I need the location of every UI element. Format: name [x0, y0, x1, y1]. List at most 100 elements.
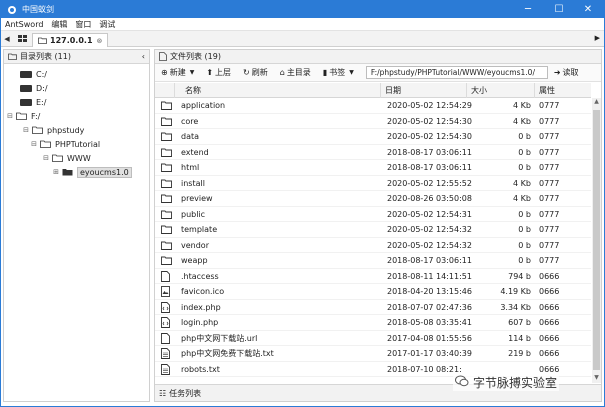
column-icon: [155, 83, 175, 98]
table-row[interactable]: php中文网免费下载站.txt 2017-01-17 03:40:39 219 b 0…: [155, 346, 591, 362]
file-attr: 0777: [539, 240, 560, 250]
chevron-down-icon: ▼: [349, 69, 354, 76]
file-size: 0 b: [518, 147, 531, 157]
column-date[interactable]: 日期: [381, 83, 467, 98]
plus-circle-icon: ⊕: [161, 68, 168, 77]
table-row[interactable]: data 2020-05-02 12:54:30 0 b 0777: [155, 129, 591, 145]
table-row[interactable]: preview 2020-08-26 03:50:08 4 Kb 0777: [155, 191, 591, 207]
file-size: 219 b: [508, 349, 531, 358]
file-icon: [159, 52, 167, 61]
file-attr: 0666: [539, 287, 560, 296]
home-dir-button[interactable]: ⌂ 主目录: [274, 65, 317, 81]
scroll-up-icon[interactable]: ▲: [592, 98, 601, 107]
file-name: template: [181, 225, 218, 234]
new-button[interactable]: ⊕ 新建 ▼: [155, 65, 200, 81]
folder-icon: [8, 53, 17, 60]
table-row[interactable]: .htaccess 2018-08-11 14:11:51 794 b 0666: [155, 269, 591, 284]
file-name: robots.txt: [181, 364, 220, 374]
refresh-icon: ↻: [243, 68, 250, 77]
tab-close-icon[interactable]: ⊗: [97, 37, 103, 45]
menu-debug[interactable]: 调试: [95, 19, 119, 30]
tree-item-c[interactable]: C:/: [18, 67, 47, 81]
tab-home[interactable]: [13, 32, 32, 45]
table-row[interactable]: weapp 2018-08-17 03:06:11 0 b 0777: [155, 253, 591, 269]
table-row[interactable]: html 2018-08-17 03:06:11 0 b 0777: [155, 160, 591, 176]
column-name[interactable]: 名称: [175, 83, 381, 98]
column-size[interactable]: 大小: [467, 83, 535, 98]
file-size: 0 b: [518, 209, 531, 219]
folder-open-icon: [32, 126, 43, 134]
table-row[interactable]: install 2020-05-02 12:55:52 4 Kb 0777: [155, 176, 591, 191]
text-icon: [161, 362, 175, 377]
drive-icon: [20, 70, 32, 78]
table-row[interactable]: index.php 2018-07-07 02:47:36 3.34 Kb 0666: [155, 300, 591, 315]
tree-item-phptutorial[interactable]: ⊟ PHPTutorial: [30, 137, 100, 151]
column-attr[interactable]: 属性: [535, 83, 591, 98]
folder-icon: [161, 253, 175, 268]
minimize-icon[interactable]: ─: [514, 1, 542, 18]
folder-icon: [161, 98, 175, 113]
table-row[interactable]: application 2020-05-02 12:54:29 4 Kb 0777: [155, 98, 591, 114]
file-name: login.php: [181, 318, 219, 327]
file-date: 2018-05-08 03:35:41: [387, 318, 472, 327]
table-row[interactable]: favicon.ico 2018-04-20 13:15:46 4.19 Kb 066…: [155, 284, 591, 300]
folder-icon: [161, 238, 175, 253]
folder-icon: [161, 207, 175, 222]
table-row[interactable]: vendor 2020-05-02 12:54:32 0 b 0777: [155, 238, 591, 253]
refresh-button[interactable]: ↻ 刷新: [237, 65, 274, 81]
file-table-scrollbar[interactable]: ▲ ▼: [592, 98, 601, 383]
path-input[interactable]: F:/phpstudy/PHPTutorial/WWW/eyoucms1.0/: [365, 66, 548, 79]
tab-label: 127.0.0.1: [50, 36, 93, 45]
folder-icon: [161, 191, 175, 206]
collapse-panel-icon[interactable]: ‹: [142, 52, 145, 61]
file-attr: 0666: [539, 318, 560, 327]
file-attr: 0666: [539, 271, 560, 281]
title-bar: 中国蚁剑 ─ ☐ ✕: [1, 1, 604, 18]
expand-toggle-icon[interactable]: ⊞: [52, 168, 60, 176]
collapse-toggle-icon[interactable]: ⊟: [22, 126, 30, 134]
table-row[interactable]: login.php 2018-05-08 03:35:41 607 b 0666: [155, 315, 591, 331]
folder-icon: [38, 37, 47, 44]
file-attr: 0666: [539, 302, 560, 312]
file-table-header: 名称 日期 大小 属性: [155, 83, 591, 98]
table-row[interactable]: core 2020-05-02 12:54:30 4 Kb 0777: [155, 114, 591, 129]
menu-window[interactable]: 窗口: [71, 19, 95, 30]
table-row[interactable]: public 2020-05-02 12:54:31 0 b 0777: [155, 207, 591, 222]
bookmark-button[interactable]: ▮ 书签 ▼: [317, 65, 360, 81]
file-icon: [161, 269, 175, 284]
tree-item-www[interactable]: ⊟ WWW: [42, 151, 91, 165]
table-row[interactable]: extend 2018-08-17 03:06:11 0 b 0777: [155, 145, 591, 160]
tree-item-e[interactable]: E:/: [18, 95, 46, 109]
file-attr: 0666: [539, 349, 560, 358]
tree-item-label: eyoucms1.0: [77, 166, 132, 178]
collapse-toggle-icon[interactable]: ⊟: [30, 140, 38, 148]
scrollbar-thumb[interactable]: [593, 110, 600, 370]
tree-item-eyoucms[interactable]: ⊞ eyoucms1.0: [52, 165, 132, 179]
file-date: 2018-07-10 08:21:: [387, 364, 462, 374]
menu-edit[interactable]: 编辑: [47, 19, 71, 30]
tree-item-phpstudy[interactable]: ⊟ phpstudy: [22, 123, 84, 137]
file-name: preview: [181, 194, 213, 203]
file-date: 2020-05-02 12:54:31: [387, 209, 472, 219]
menu-antsword[interactable]: AntSword: [1, 20, 47, 29]
tab-scroll-left-icon[interactable]: ◀: [1, 35, 13, 43]
maximize-icon[interactable]: ☐: [545, 1, 573, 18]
up-level-button[interactable]: ⬆ 上层: [200, 65, 237, 81]
menu-bar: AntSword 编辑 窗口 调试: [1, 18, 604, 31]
table-row[interactable]: php中文网下载站.url 2017-04-08 01:55:56 114 b 066…: [155, 331, 591, 346]
tab-scroll-right-icon[interactable]: ▶: [595, 34, 600, 42]
collapse-toggle-icon[interactable]: ⊟: [6, 112, 14, 120]
home-icon: ⌂: [279, 68, 285, 77]
tab-connection[interactable]: 127.0.0.1 ⊗: [32, 33, 109, 47]
file-attr: 0777: [539, 256, 560, 265]
file-attr: 0777: [539, 209, 560, 219]
collapse-toggle-icon[interactable]: ⊟: [42, 154, 50, 162]
folder-icon: [161, 114, 175, 129]
tree-item-f[interactable]: ⊟ F:/: [6, 109, 40, 123]
read-button[interactable]: ➜ 读取: [554, 67, 579, 78]
tree-item-d[interactable]: D:/: [18, 81, 48, 95]
table-row[interactable]: template 2020-05-02 12:54:32 0 b 0777: [155, 222, 591, 238]
scroll-down-icon[interactable]: ▼: [592, 374, 601, 383]
close-icon[interactable]: ✕: [574, 1, 602, 18]
directory-panel: 目录列表 (11) ‹ C:/ D:/ E:/ ⊟ F:/ ⊟ phpstudy…: [3, 49, 150, 402]
